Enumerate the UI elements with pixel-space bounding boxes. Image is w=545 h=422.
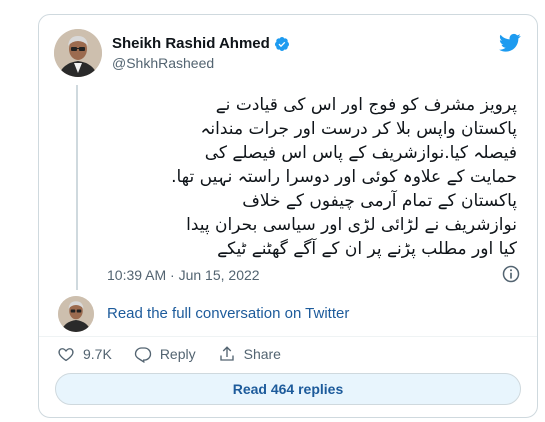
verified-badge-icon [274,36,289,51]
share-label: Share [243,346,281,362]
info-icon[interactable] [501,264,521,284]
tweet-line: فیصلہ کیا.نوازشریف کے پاس اس فیصلے کی [204,143,517,163]
read-conversation-link[interactable]: Read the full conversation on Twitter [107,305,349,322]
author-handle[interactable]: @ShkhRasheed [112,55,214,71]
author-name[interactable]: Sheikh Rashid Ahmed [112,35,290,52]
tweet-actions: 9.7K Reply Share [57,345,281,363]
tweet-timestamp[interactable]: 10:39 AM · Jun 15, 2022 [107,267,260,283]
share-button[interactable]: Share [218,345,281,363]
like-count: 9.7K [83,346,112,362]
tweet-line: نوازشریف نے لڑائی لڑی اور سیاسی بحران پی… [186,215,517,235]
heart-icon [58,348,74,362]
twitter-bird-icon[interactable] [499,33,521,53]
author-avatar[interactable] [54,29,102,77]
reply-button[interactable]: Reply [134,345,196,363]
reply-icon [134,347,151,363]
reply-label: Reply [159,346,196,362]
share-icon [219,346,234,361]
divider [39,336,537,337]
tweet-text: پرویز مشرف کو فوج اور اس کی قیادت نے پاک… [105,93,517,261]
thread-line [76,85,78,290]
author-name-text[interactable]: Sheikh Rashid Ahmed [112,35,270,52]
tweet-line: حمایت کے علاوہ کوئی اور دوسرا راستہ نہیں… [171,167,517,187]
conversation-avatar[interactable] [58,296,94,332]
tweet-line: پاکستان واپس بلا کر درست اور جرات مندانہ [200,119,517,139]
tweet-embed-card: Sheikh Rashid Ahmed @ShkhRasheed پرویز م… [38,14,538,418]
tweet-line: کیا اور مطلب پڑنے پر ان کے آگے گھٹنے ٹیک… [217,239,517,259]
tweet-line: پرویز مشرف کو فوج اور اس کی قیادت نے [215,95,517,115]
tweet-line: پاکستان کے تمام آرمی چیفوں کے خلاف [242,191,517,211]
like-button[interactable]: 9.7K [57,345,112,363]
read-replies-button[interactable]: Read 464 replies [55,373,521,405]
